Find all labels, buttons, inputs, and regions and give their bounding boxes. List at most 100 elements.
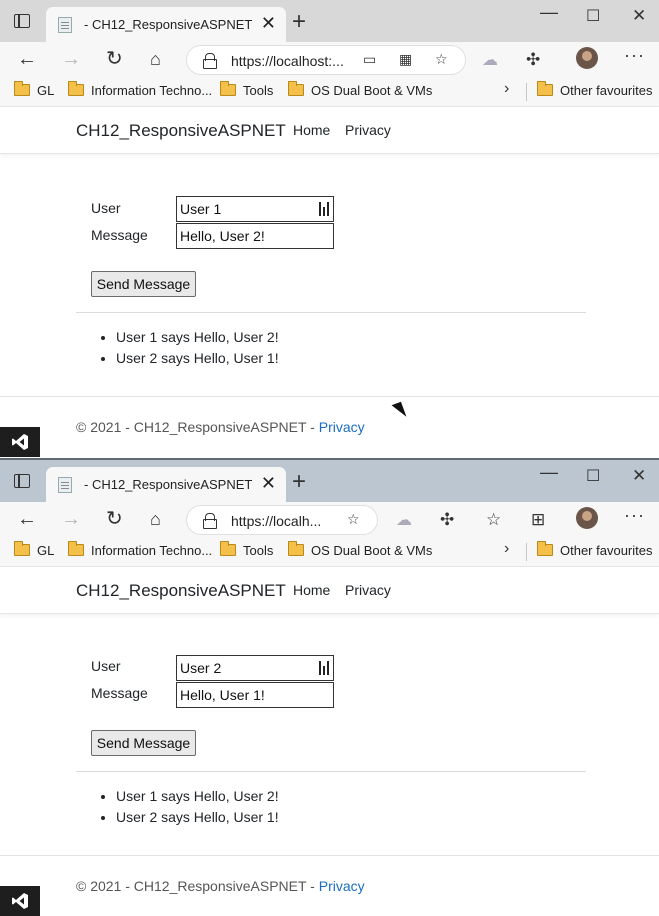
browser-window-2: - CH12_ResponsiveASPNET ✕ + — ☐ ✕ ← → ↻ …: [0, 458, 659, 916]
bookmark-label: OS Dual Boot & VMs: [311, 83, 433, 98]
cloud-icon[interactable]: ☁: [482, 50, 498, 72]
browser-tab[interactable]: - CH12_ResponsiveASPNET ✕: [46, 7, 286, 42]
back-arrow-icon[interactable]: ←: [17, 508, 37, 530]
page-favicon-icon: [58, 17, 72, 33]
messages-list: User 1 says Hello, User 2! User 2 says H…: [116, 327, 279, 369]
chevron-right-icon[interactable]: ›: [504, 540, 509, 558]
browser-toolbar: ← → ↻ ⌂ https://localhost:... ▭ ▦ ☆ ☁ ✣ …: [0, 42, 659, 78]
message-input[interactable]: Hello, User 2!: [176, 223, 334, 249]
folder-icon: [14, 81, 30, 96]
page-favicon-icon: [58, 477, 72, 493]
browser-window-1: - CH12_ResponsiveASPNET ✕ + — ☐ ✕ ← → ↻ …: [0, 0, 659, 458]
tab-actions-icon[interactable]: [14, 14, 30, 28]
minimize-icon[interactable]: —: [540, 462, 558, 483]
bookmark-os-dual-boot[interactable]: OS Dual Boot & VMs: [288, 541, 433, 558]
list-item: User 2 says Hello, User 1!: [116, 807, 279, 828]
user-input[interactable]: User 1: [176, 196, 334, 222]
password-manager-icon[interactable]: [319, 661, 330, 675]
forward-arrow-icon[interactable]: →: [61, 508, 81, 530]
close-tab-icon[interactable]: ✕: [261, 473, 276, 494]
favourites-icon[interactable]: ☆: [486, 509, 501, 531]
app-available-icon[interactable]: ▭: [363, 51, 376, 68]
folder-icon: [68, 541, 84, 556]
nav-privacy[interactable]: Privacy: [345, 582, 391, 598]
list-item: User 1 says Hello, User 2!: [116, 786, 279, 807]
extensions-icon[interactable]: ✣: [440, 509, 454, 531]
bookmark-label: GL: [37, 83, 55, 98]
bookmark-tools[interactable]: Tools: [220, 541, 273, 558]
new-tab-icon[interactable]: +: [292, 468, 306, 496]
add-favourite-icon[interactable]: ☆: [347, 511, 360, 528]
messages-list: User 1 says Hello, User 2! User 2 says H…: [116, 786, 279, 828]
home-icon[interactable]: ⌂: [150, 48, 161, 70]
new-tab-icon[interactable]: +: [292, 8, 306, 36]
chevron-right-icon[interactable]: ›: [504, 80, 509, 98]
lock-icon[interactable]: [203, 513, 217, 529]
send-message-button[interactable]: Send Message: [91, 271, 196, 297]
bookmark-information-technology[interactable]: Information Techno...: [68, 541, 212, 558]
bookmark-label: Information Techno...: [91, 83, 213, 98]
profile-avatar[interactable]: [576, 47, 598, 69]
send-message-button[interactable]: Send Message: [91, 730, 196, 756]
url-text: https://localh...: [231, 513, 322, 529]
site-navbar: CH12_ResponsiveASPNET Home Privacy: [0, 567, 659, 614]
site-brand[interactable]: CH12_ResponsiveASPNET: [76, 121, 286, 141]
bookmark-other-favourites[interactable]: Other favourites: [537, 541, 653, 558]
back-arrow-icon[interactable]: ←: [17, 48, 37, 70]
footer-privacy-link[interactable]: Privacy: [319, 419, 365, 435]
user-input-value: User 1: [180, 201, 222, 217]
footer-privacy-link[interactable]: Privacy: [319, 878, 365, 894]
bookmark-os-dual-boot[interactable]: OS Dual Boot & VMs: [288, 81, 433, 98]
footer-divider: [0, 396, 659, 397]
forward-arrow-icon[interactable]: →: [61, 48, 81, 70]
home-icon[interactable]: ⌂: [150, 508, 161, 530]
message-input-value: Hello, User 1!: [180, 687, 265, 703]
message-input[interactable]: Hello, User 1!: [176, 682, 334, 708]
minimize-icon[interactable]: —: [540, 2, 558, 23]
bookmark-label: Tools: [243, 83, 274, 98]
title-bar: - CH12_ResponsiveASPNET ✕ + — ☐ ✕: [0, 460, 659, 502]
bookmark-label: OS Dual Boot & VMs: [311, 543, 433, 558]
add-favourite-icon[interactable]: ☆: [435, 51, 448, 68]
qr-code-icon[interactable]: ▦: [399, 51, 412, 68]
bookmark-other-favourites[interactable]: Other favourites: [537, 81, 653, 98]
folder-icon: [220, 541, 236, 556]
folder-icon: [68, 81, 84, 96]
message-label: Message: [91, 227, 148, 243]
tab-actions-icon[interactable]: [14, 474, 30, 488]
cloud-icon[interactable]: ☁: [396, 510, 412, 532]
tab-title: - CH12_ResponsiveASPNET: [84, 17, 253, 32]
browser-toolbar: ← → ↻ ⌂ https://localh... ☆ ☁ ✣ ☆ ⊞ ···: [0, 502, 659, 538]
profile-avatar[interactable]: [576, 507, 598, 529]
folder-icon: [14, 541, 30, 556]
user-label: User: [91, 658, 121, 674]
site-brand[interactable]: CH12_ResponsiveASPNET: [76, 581, 286, 601]
user-input[interactable]: User 2: [176, 655, 334, 681]
bookmark-tools[interactable]: Tools: [220, 81, 274, 98]
title-bar: - CH12_ResponsiveASPNET ✕ + — ☐ ✕: [0, 0, 659, 42]
lock-icon[interactable]: [203, 53, 217, 69]
more-options-icon[interactable]: ···: [624, 505, 645, 526]
refresh-icon[interactable]: ↻: [106, 508, 123, 530]
refresh-icon[interactable]: ↻: [106, 48, 123, 70]
bookmark-gl[interactable]: GL: [14, 541, 54, 558]
folder-icon: [537, 81, 553, 96]
folder-icon: [220, 81, 236, 96]
close-window-icon[interactable]: ✕: [632, 6, 646, 26]
extensions-icon[interactable]: ✣: [526, 49, 540, 71]
close-window-icon[interactable]: ✕: [632, 466, 646, 486]
bookmark-information-technology[interactable]: Information Techno...: [68, 81, 213, 98]
close-tab-icon[interactable]: ✕: [261, 13, 276, 34]
nav-home[interactable]: Home: [293, 122, 330, 138]
address-bar[interactable]: https://localh... ☆: [186, 505, 378, 535]
maximize-icon[interactable]: ☐: [586, 6, 600, 26]
password-manager-icon[interactable]: [319, 202, 330, 216]
more-options-icon[interactable]: ···: [624, 45, 645, 66]
nav-home[interactable]: Home: [293, 582, 330, 598]
maximize-icon[interactable]: ☐: [586, 466, 600, 486]
address-bar[interactable]: https://localhost:... ▭ ▦ ☆: [186, 45, 466, 75]
collections-icon[interactable]: ⊞: [531, 509, 545, 531]
bookmark-gl[interactable]: GL: [14, 81, 55, 98]
browser-tab[interactable]: - CH12_ResponsiveASPNET ✕: [46, 467, 286, 502]
nav-privacy[interactable]: Privacy: [345, 122, 391, 138]
